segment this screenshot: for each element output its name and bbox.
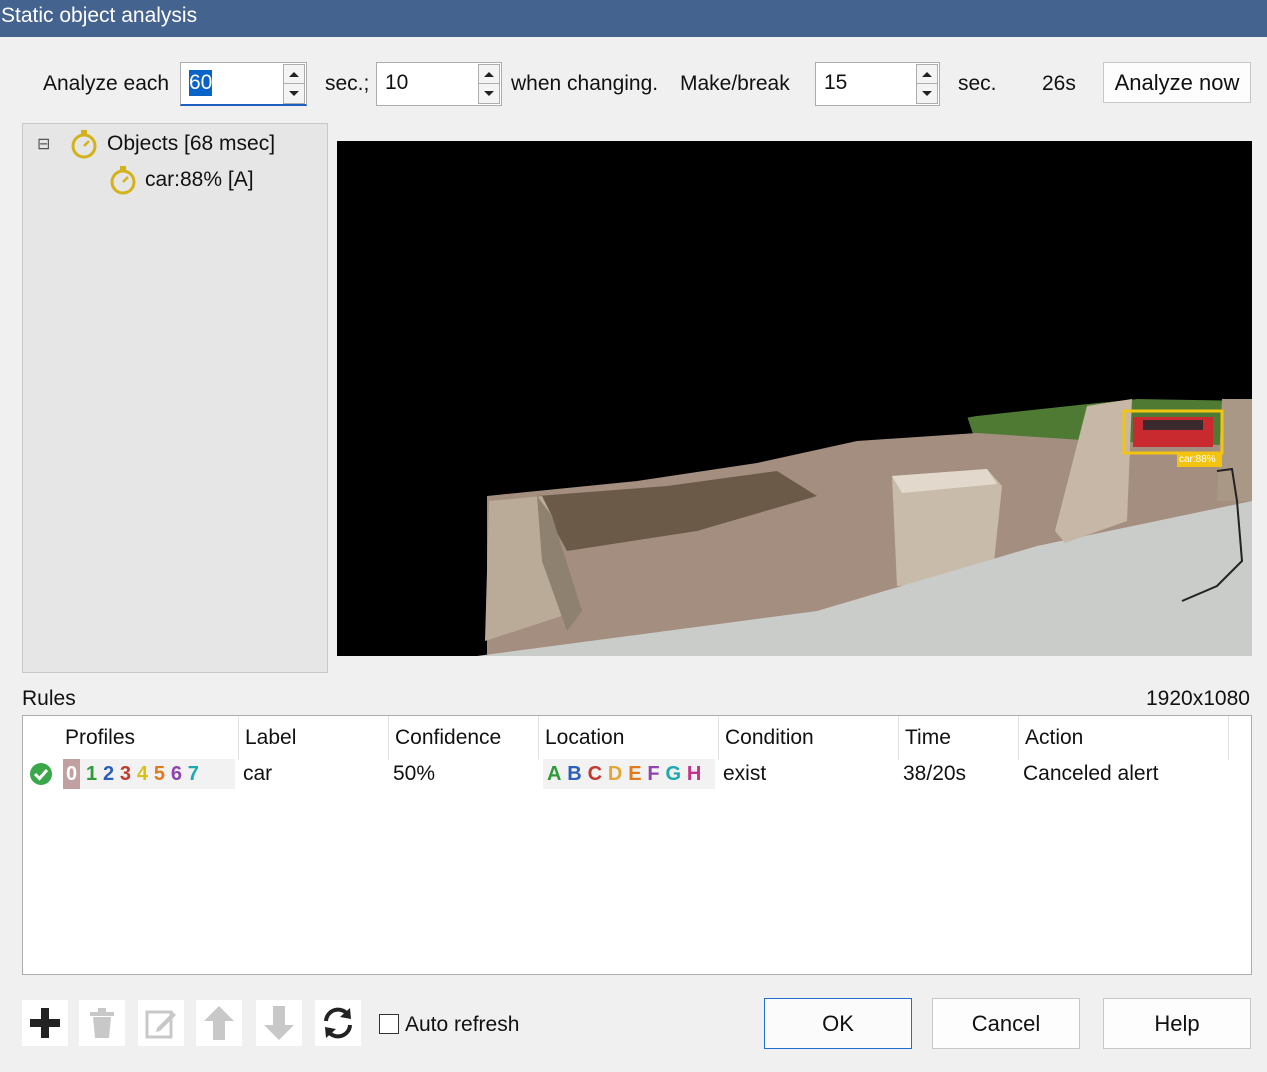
profile-chip: 1: [85, 763, 98, 785]
column-header[interactable]: Location: [539, 716, 719, 760]
ok-button[interactable]: OK: [764, 998, 912, 1049]
analyze-now-button[interactable]: Analyze now: [1103, 62, 1251, 103]
column-header[interactable]: Label: [239, 716, 389, 760]
location-chip: A: [547, 763, 562, 785]
refresh-icon[interactable]: [315, 1000, 361, 1046]
down-arrow-icon: [289, 91, 299, 96]
delete-icon[interactable]: [79, 1000, 125, 1046]
profile-chip: 0: [63, 759, 81, 789]
column-header[interactable]: Condition: [719, 716, 899, 760]
increment-button[interactable]: [916, 64, 938, 84]
sec-label: sec.;: [325, 72, 370, 95]
make-break-stepper[interactable]: 15: [815, 62, 940, 106]
camera-snapshot: car:88%: [337, 141, 1252, 656]
decrement-button[interactable]: [916, 84, 938, 104]
up-arrow-icon: [289, 71, 299, 77]
window-title: Static object analysis: [0, 0, 1267, 37]
column-header[interactable]: Confidence: [389, 716, 539, 760]
rule-time: 38/20s: [903, 762, 967, 785]
up-arrow-icon: [484, 71, 494, 77]
location-chip: C: [587, 763, 603, 785]
profile-chip: 5: [153, 763, 165, 785]
profile-chip: 4: [136, 763, 148, 785]
location-chip: E: [628, 763, 642, 785]
location-chip: B: [567, 763, 582, 785]
cancel-button[interactable]: Cancel: [932, 998, 1080, 1049]
rule-action: Canceled alert: [1023, 762, 1159, 785]
decrement-button[interactable]: [283, 84, 305, 104]
profile-chip: 3: [119, 763, 132, 785]
elapsed-time: 26s: [1042, 72, 1076, 95]
profile-chip: 7: [187, 763, 199, 785]
auto-refresh-label[interactable]: Auto refresh: [405, 1012, 519, 1038]
location-chip: D: [607, 763, 623, 785]
scene-image: [337, 141, 1252, 656]
move-up-icon[interactable]: [196, 1000, 242, 1046]
up-arrow-icon: [922, 71, 932, 77]
move-down-icon[interactable]: [256, 1000, 302, 1046]
rule-label: car: [243, 762, 273, 785]
location-chip: G: [665, 763, 681, 785]
help-button[interactable]: Help: [1103, 998, 1251, 1049]
analyze-each-label: Analyze each: [43, 72, 170, 95]
column-header[interactable]: Profiles: [59, 716, 239, 760]
stopwatch-icon: [109, 165, 137, 202]
rule-condition: exist: [723, 762, 767, 785]
rules-table[interactable]: Profiles Label Confidence Location Condi…: [22, 715, 1252, 975]
increment-button[interactable]: [283, 64, 305, 84]
profile-chip: 6: [170, 763, 182, 785]
analyze-interval-stepper[interactable]: 60: [180, 62, 307, 106]
sec-label: sec.: [958, 72, 997, 95]
detection-label: car:88%: [1179, 454, 1216, 465]
tree-child-label[interactable]: car:88% [A]: [145, 167, 254, 193]
rules-label: Rules: [22, 687, 76, 710]
analyze-interval-value[interactable]: 60: [189, 70, 213, 96]
profiles-cell[interactable]: 0 1 2 3 4 5 6 7: [63, 759, 235, 789]
decrement-button[interactable]: [478, 84, 500, 104]
make-break-value[interactable]: 15: [824, 70, 847, 96]
rule-confidence: 50%: [393, 762, 436, 785]
column-header[interactable]: Time: [899, 716, 1019, 760]
auto-refresh-checkbox[interactable]: [379, 1014, 399, 1034]
profile-chip: 2: [102, 763, 115, 785]
resolution-label: 1920x1080: [1146, 687, 1250, 710]
column-header[interactable]: Action: [1019, 716, 1229, 760]
location-chip: F: [647, 763, 660, 785]
location-cell[interactable]: A B C D E F G H: [543, 759, 715, 789]
stopwatch-icon: [70, 129, 98, 166]
location-chip: H: [686, 763, 702, 785]
when-changing-label: when changing.: [511, 72, 659, 95]
check-circle-icon[interactable]: [29, 759, 55, 789]
down-arrow-icon: [922, 91, 932, 96]
object-tree[interactable]: ⊟ Objects [68 msec] car:88% [A]: [22, 123, 328, 673]
changing-interval-value[interactable]: 10: [385, 70, 408, 96]
make-break-label: Make/break: [680, 72, 790, 95]
increment-button[interactable]: [478, 64, 500, 84]
down-arrow-icon: [484, 91, 494, 96]
add-icon[interactable]: [22, 1000, 68, 1046]
edit-icon[interactable]: [138, 1000, 184, 1046]
tree-root-label[interactable]: Objects [68 msec]: [107, 131, 275, 157]
changing-interval-stepper[interactable]: 10: [376, 62, 502, 106]
collapse-toggle[interactable]: ⊟: [37, 132, 50, 158]
